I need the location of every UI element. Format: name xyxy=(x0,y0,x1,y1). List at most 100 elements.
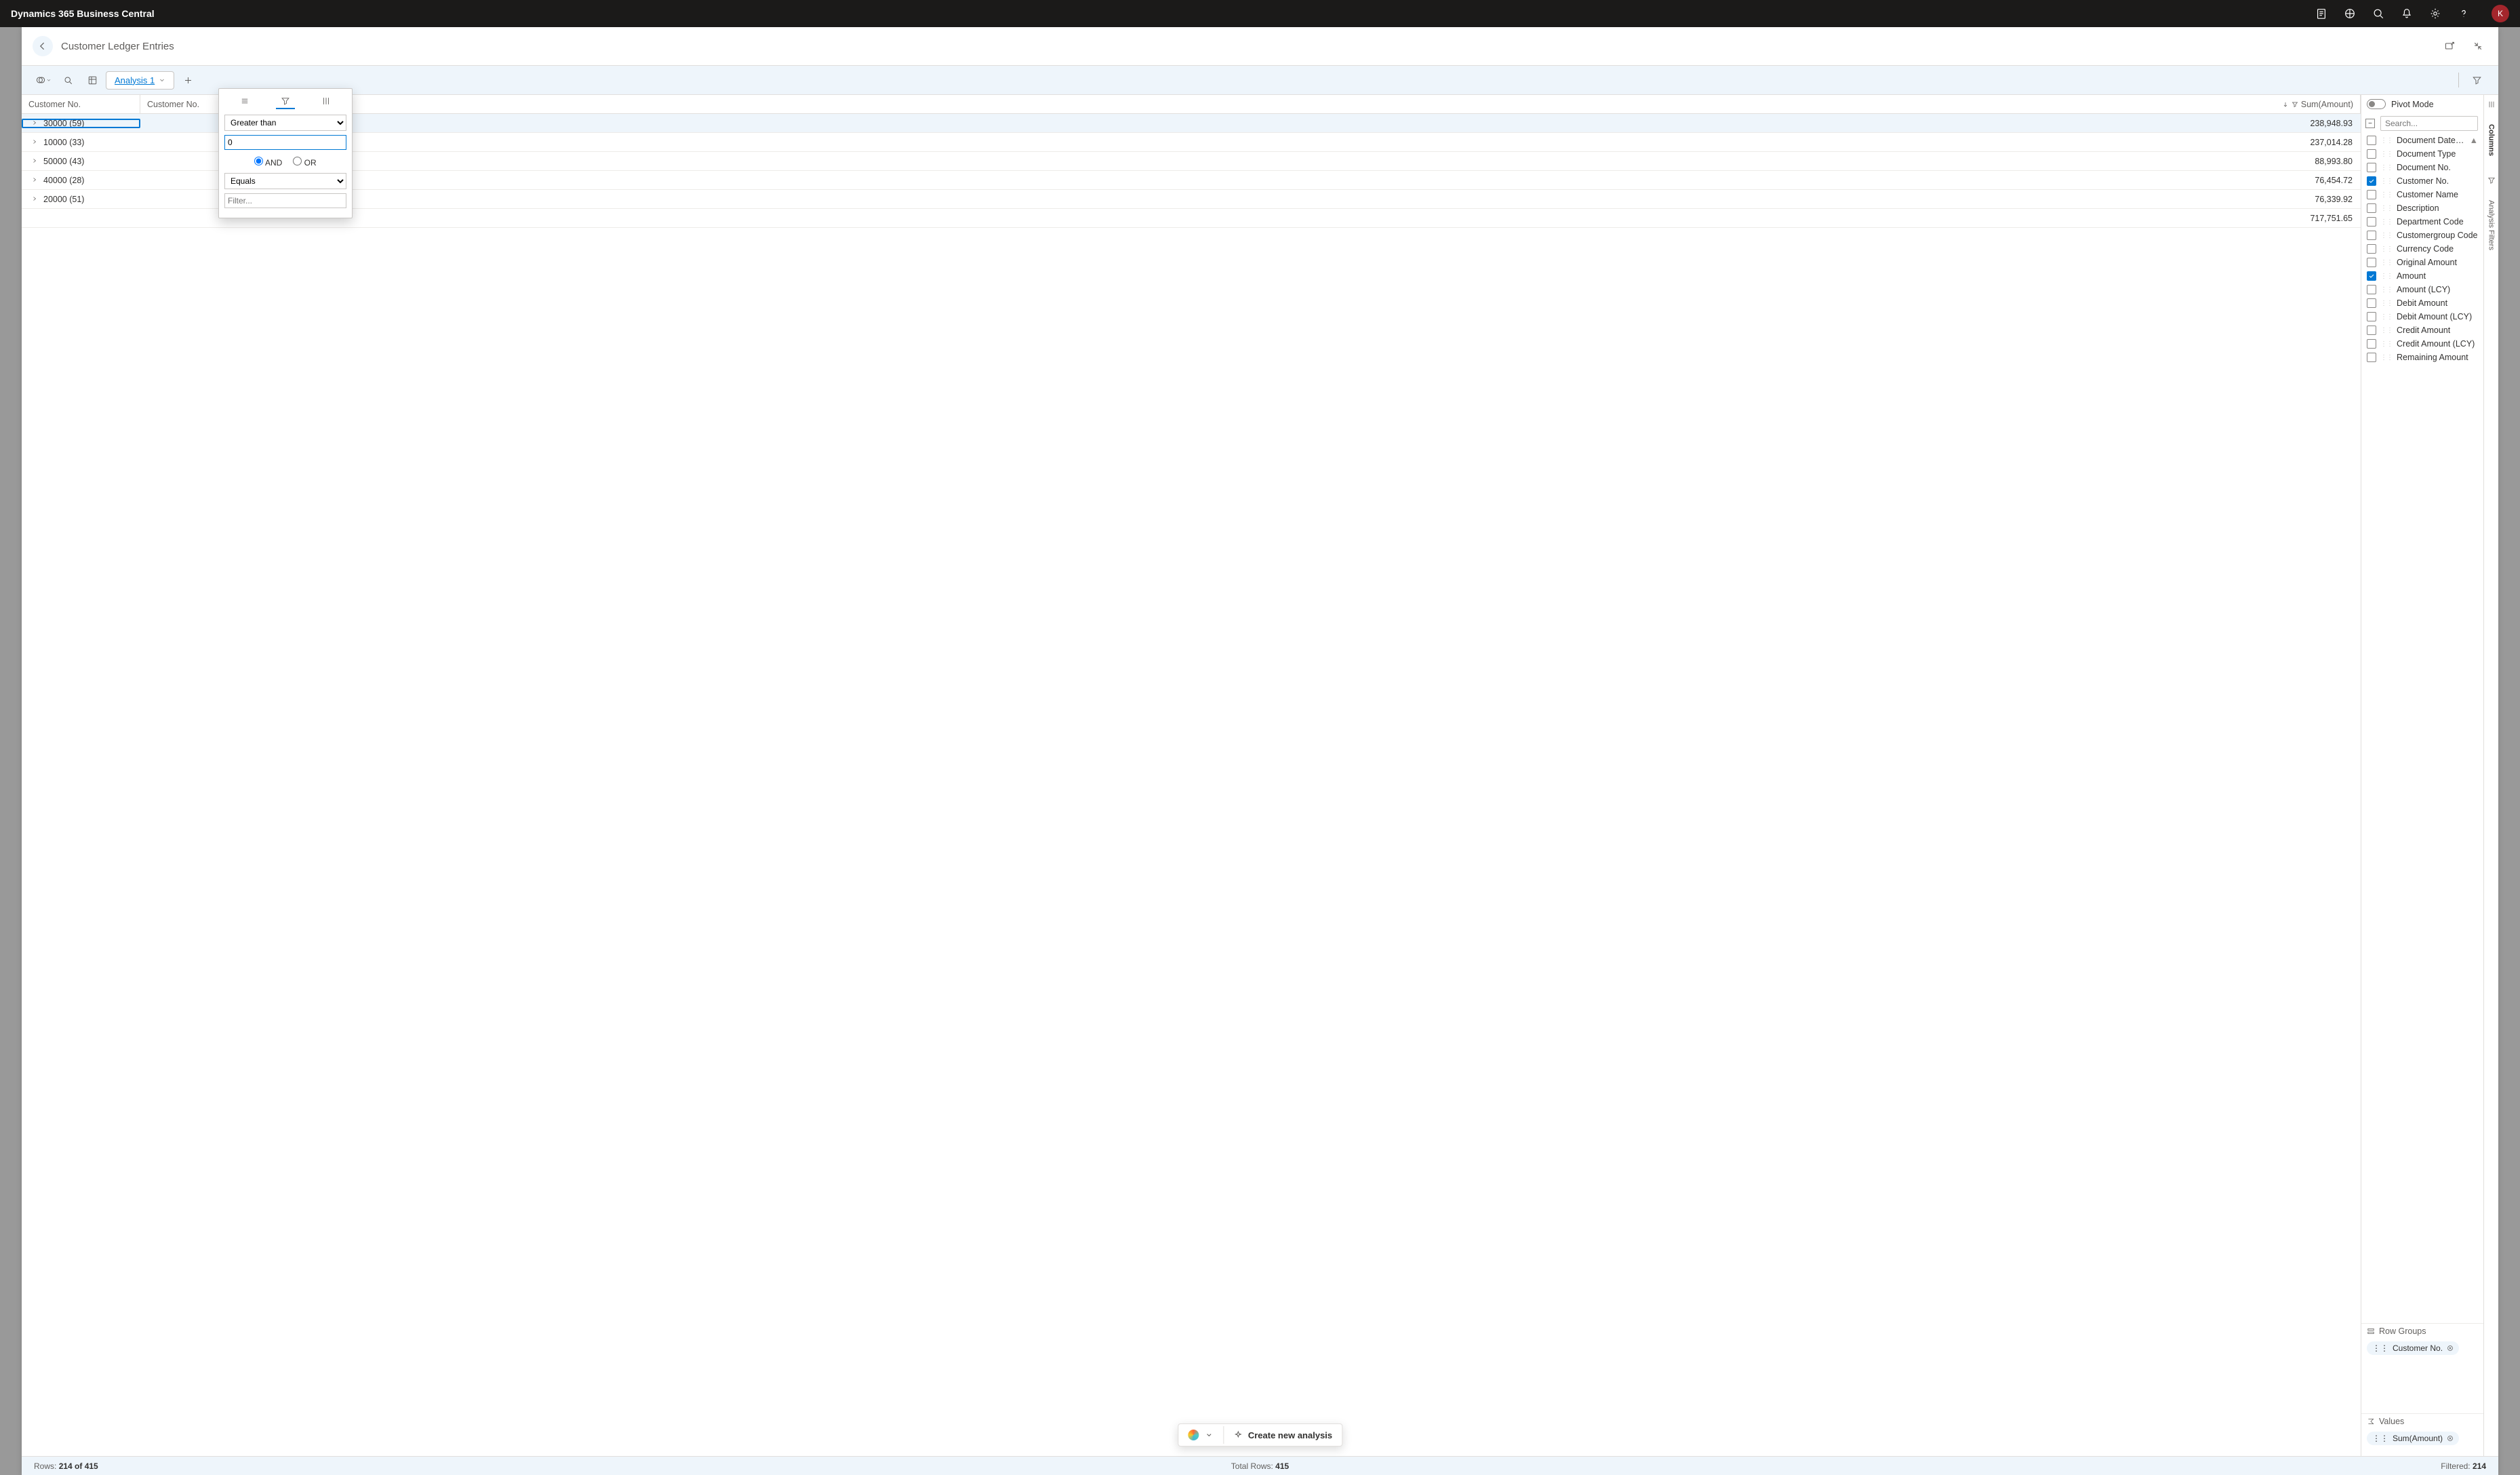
column-checkbox[interactable] xyxy=(2367,258,2376,267)
drag-handle-icon[interactable]: ⋮⋮ xyxy=(2380,354,2393,361)
column-checkbox[interactable] xyxy=(2367,176,2376,186)
column-checkbox[interactable] xyxy=(2367,149,2376,159)
drag-handle-icon[interactable]: ⋮⋮ xyxy=(2380,137,2393,144)
expand-row-icon[interactable] xyxy=(31,119,38,128)
drag-handle-icon[interactable]: ⋮⋮ xyxy=(2380,191,2393,199)
filter-value-1[interactable] xyxy=(224,135,346,150)
avatar[interactable]: K xyxy=(2492,5,2509,22)
pivot-mode-toggle[interactable] xyxy=(2367,99,2386,109)
settings-icon[interactable] xyxy=(2429,7,2441,20)
filter-condition-1[interactable]: Greater than xyxy=(224,115,346,131)
drag-handle-icon[interactable]: ⋮⋮ xyxy=(2380,327,2393,334)
column-item[interactable]: ⋮⋮Document Date Month▲ xyxy=(2364,134,2481,147)
drag-handle-icon[interactable]: ⋮⋮ xyxy=(2380,151,2393,158)
column-item[interactable]: ⋮⋮Original Amount xyxy=(2364,256,2481,269)
column-item[interactable]: ⋮⋮Debit Amount xyxy=(2364,296,2481,310)
column-item[interactable]: ⋮⋮Credit Amount xyxy=(2364,323,2481,337)
column-checkbox[interactable] xyxy=(2367,339,2376,349)
column-checkbox[interactable] xyxy=(2367,217,2376,227)
drag-handle-icon[interactable]: ⋮⋮ xyxy=(2380,178,2393,185)
column-item[interactable]: ⋮⋮Credit Amount (LCY) xyxy=(2364,337,2481,351)
table-row[interactable]: 50000 (43)88,993.80 xyxy=(22,152,2361,171)
column-header-sum-amount[interactable]: Sum(Amount) xyxy=(276,95,2361,113)
drag-handle-icon[interactable]: ⋮⋮ xyxy=(2380,340,2393,348)
filters-rail-tab[interactable]: Analysis Filters xyxy=(2487,196,2496,254)
drag-handle-icon[interactable]: ⋮⋮ xyxy=(2380,218,2393,226)
column-item[interactable]: ⋮⋮Description xyxy=(2364,201,2481,215)
collapse-all-button[interactable]: − xyxy=(2365,119,2375,128)
drag-handle-icon[interactable]: ⋮⋮ xyxy=(2380,205,2393,212)
create-analysis-button[interactable]: Create new analysis xyxy=(1224,1425,1342,1446)
column-item[interactable]: ⋮⋮Amount (LCY) xyxy=(2364,283,2481,296)
filter-tab-menu[interactable] xyxy=(235,94,254,109)
drag-handle-icon[interactable]: ⋮⋮ xyxy=(2380,286,2393,294)
filter-logic-or[interactable]: OR xyxy=(293,157,316,168)
expand-row-icon[interactable] xyxy=(31,138,38,147)
column-checkbox[interactable] xyxy=(2367,353,2376,362)
values-chip[interactable]: ⋮⋮ Sum(Amount) xyxy=(2367,1432,2459,1445)
filter-value-2[interactable] xyxy=(224,193,346,208)
drag-handle-icon[interactable]: ⋮⋮ xyxy=(2380,300,2393,307)
drag-handle-icon[interactable]: ⋮⋮ xyxy=(2380,259,2393,267)
filter-tab-filter[interactable] xyxy=(276,94,295,109)
row-group-chip[interactable]: ⋮⋮ Customer No. xyxy=(2367,1341,2459,1355)
column-checkbox[interactable] xyxy=(2367,312,2376,321)
copilot-action-button[interactable] xyxy=(1178,1424,1223,1446)
column-header-group[interactable]: Customer No. xyxy=(22,95,140,113)
column-item[interactable]: ⋮⋮Remaining Amount xyxy=(2364,351,2481,364)
column-item[interactable]: ⋮⋮Amount xyxy=(2364,269,2481,283)
drag-handle-icon[interactable]: ⋮⋮ xyxy=(2380,313,2393,321)
filters-rail-icon[interactable] xyxy=(2487,176,2496,186)
collapse-icon[interactable] xyxy=(2468,37,2487,56)
copilot-dropdown[interactable] xyxy=(33,69,54,91)
column-checkbox[interactable] xyxy=(2367,285,2376,294)
column-item[interactable]: ⋮⋮Customer Name xyxy=(2364,188,2481,201)
table-row[interactable]: 10000 (33)237,014.28 xyxy=(22,133,2361,152)
expand-row-icon[interactable] xyxy=(31,195,38,204)
column-checkbox[interactable] xyxy=(2367,136,2376,145)
column-checkbox[interactable] xyxy=(2367,163,2376,172)
expand-row-icon[interactable] xyxy=(31,157,38,166)
back-button[interactable] xyxy=(33,36,53,56)
column-checkbox[interactable] xyxy=(2367,231,2376,240)
table-row[interactable]: 30000 (59)238,948.93 xyxy=(22,114,2361,133)
column-item[interactable]: ⋮⋮Customer No. xyxy=(2364,174,2481,188)
tab-analysis-1[interactable]: Analysis 1 xyxy=(106,71,174,90)
filter-condition-2[interactable]: Equals xyxy=(224,173,346,189)
toolbar-list-icon[interactable] xyxy=(81,69,103,91)
column-item[interactable]: ⋮⋮Department Code xyxy=(2364,215,2481,229)
column-checkbox[interactable] xyxy=(2367,271,2376,281)
column-checkbox[interactable] xyxy=(2367,298,2376,308)
column-checkbox[interactable] xyxy=(2367,326,2376,335)
column-item[interactable]: ⋮⋮Document Type xyxy=(2364,147,2481,161)
tell-me-icon[interactable] xyxy=(2315,7,2327,20)
add-tab-button[interactable] xyxy=(177,69,199,91)
drag-handle-icon[interactable]: ⋮⋮ xyxy=(2380,273,2393,280)
copilot-icon[interactable] xyxy=(2344,7,2356,20)
toolbar-search-icon[interactable] xyxy=(57,69,79,91)
column-checkbox[interactable] xyxy=(2367,190,2376,199)
drag-handle-icon[interactable]: ⋮⋮ xyxy=(2380,164,2393,172)
drag-handle-icon[interactable]: ⋮⋮ xyxy=(2380,232,2393,239)
column-item[interactable]: ⋮⋮Document No. xyxy=(2364,161,2481,174)
drag-handle-icon[interactable]: ⋮⋮ xyxy=(2380,245,2393,253)
pop-out-icon[interactable] xyxy=(2440,37,2459,56)
remove-chip-icon[interactable] xyxy=(2447,1345,2454,1352)
filter-logic-and[interactable]: AND xyxy=(254,157,282,168)
filter-tab-columns[interactable] xyxy=(317,94,336,109)
column-search-input[interactable] xyxy=(2380,116,2478,131)
column-item[interactable]: ⋮⋮Currency Code xyxy=(2364,242,2481,256)
filter-toggle-icon[interactable] xyxy=(2466,69,2487,91)
table-row[interactable]: 20000 (51)76,339.92 xyxy=(22,190,2361,209)
table-row[interactable]: 40000 (28)76,454.72 xyxy=(22,171,2361,190)
column-item[interactable]: ⋮⋮Customergroup Code xyxy=(2364,229,2481,242)
columns-rail-icon[interactable] xyxy=(2487,100,2496,111)
column-item[interactable]: ⋮⋮Debit Amount (LCY) xyxy=(2364,310,2481,323)
help-icon[interactable] xyxy=(2458,7,2470,20)
search-icon[interactable] xyxy=(2372,7,2384,20)
column-checkbox[interactable] xyxy=(2367,244,2376,254)
notifications-icon[interactable] xyxy=(2401,7,2413,20)
remove-chip-icon[interactable] xyxy=(2447,1435,2454,1442)
expand-row-icon[interactable] xyxy=(31,176,38,185)
columns-rail-tab[interactable]: Columns xyxy=(2487,120,2496,160)
